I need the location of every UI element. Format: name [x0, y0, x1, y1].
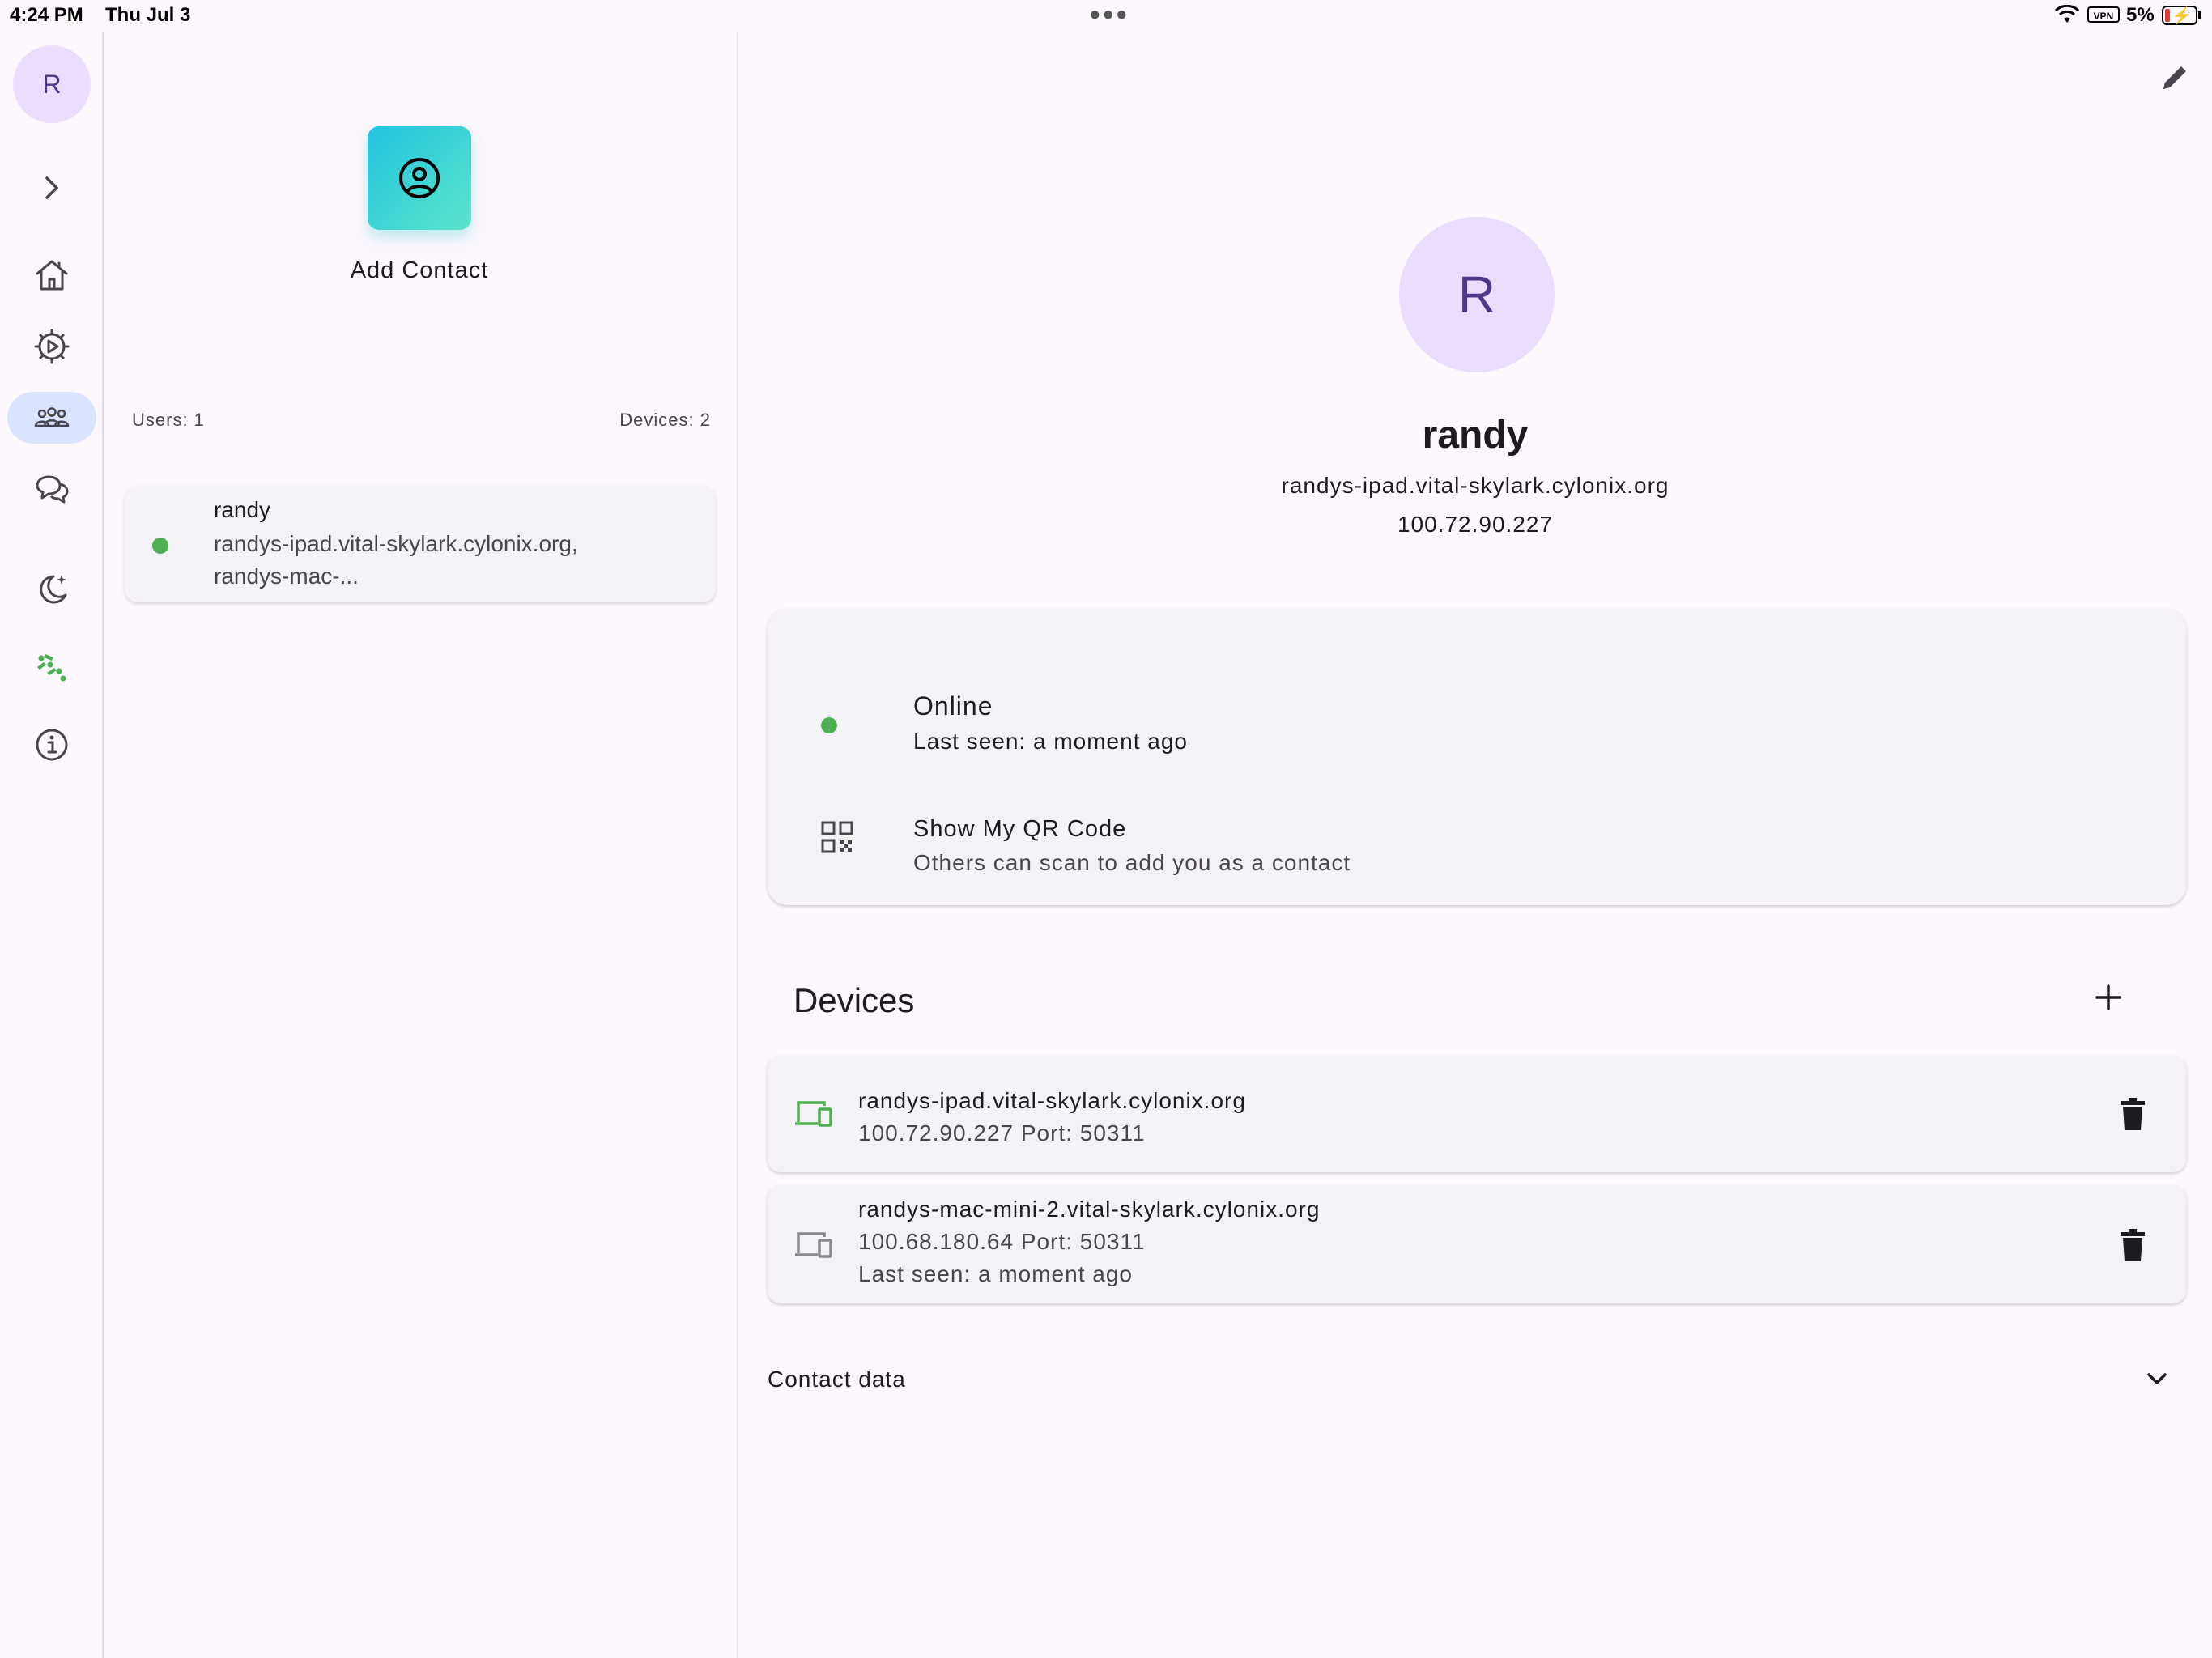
qr-code-icon — [821, 821, 853, 853]
add-contact-label: Add Contact — [350, 257, 489, 283]
show-qr-code-row[interactable]: Show My QR Code Others can scan to add y… — [797, 806, 2157, 884]
devices-icon — [795, 1101, 832, 1127]
device-name: randys-mac-mini-2.vital-skylark.cylonix.… — [858, 1197, 1321, 1222]
status-time: 4:24 PM — [10, 4, 83, 26]
device-list-item[interactable]: randys-mac-mini-2.vital-skylark.cylonix.… — [768, 1185, 2186, 1303]
chat-icon[interactable] — [28, 466, 76, 512]
status-card: Online Last seen: a moment ago Show My Q… — [768, 609, 2186, 905]
wifi-icon — [2055, 5, 2079, 23]
chevron-right-icon[interactable] — [28, 165, 76, 210]
contact-data-label[interactable]: Contact data — [768, 1367, 906, 1392]
status-date: Thu Jul 3 — [105, 4, 191, 26]
contact-ip: 100.72.90.227 — [1397, 512, 1554, 537]
online-indicator — [821, 717, 837, 733]
contact-devices-line2: randys-mac-... — [214, 563, 359, 589]
rail-avatar[interactable]: R — [13, 45, 91, 123]
add-contact-button[interactable] — [368, 126, 471, 230]
battery-nub — [2198, 11, 2201, 19]
qr-title: Show My QR Code — [913, 816, 1127, 842]
contacts-list-pane: Add Contact Users: 1 Devices: 2 randy ra… — [104, 32, 738, 1658]
contact-name: randy — [214, 497, 271, 522]
trash-icon — [2121, 1229, 2145, 1261]
trash-icon — [2121, 1098, 2145, 1130]
devices-count: Devices: 2 — [619, 410, 711, 430]
device-address: 100.72.90.227 Port: 50311 — [858, 1120, 1146, 1146]
delete-device-button[interactable] — [2116, 1226, 2149, 1265]
network-status-icon[interactable] — [28, 644, 76, 690]
qr-subtitle: Others can scan to add you as a contact — [913, 850, 1351, 875]
contact-devices-line1: randys-ipad.vital-skylark.cylonix.org, — [214, 531, 578, 556]
status-title: Online — [913, 691, 993, 721]
battery-percent: 5% — [2126, 4, 2155, 26]
plus-icon — [2095, 984, 2121, 1010]
contact-detail-name: randy — [1422, 414, 1529, 457]
contact-list-item[interactable]: randy randys-ipad.vital-skylark.cylonix.… — [125, 486, 716, 602]
device-list-item[interactable]: randys-ipad.vital-skylark.cylonix.org 10… — [768, 1056, 2186, 1172]
device-last-seen: Last seen: a moment ago — [858, 1261, 1133, 1286]
chevron-down-icon[interactable] — [2139, 1363, 2175, 1396]
device-name: randys-ipad.vital-skylark.cylonix.org — [858, 1088, 1246, 1113]
home-icon[interactable] — [28, 253, 76, 298]
status-bar: 4:24 PM Thu Jul 3 ●●● VPN 5% ⚡ — [0, 0, 2212, 32]
vpn-badge: VPN — [2087, 6, 2120, 23]
battery-icon: ⚡ — [2162, 6, 2197, 25]
delete-device-button[interactable] — [2116, 1095, 2149, 1133]
contact-hostname: randys-ipad.vital-skylark.cylonix.org — [1281, 473, 1670, 498]
navigation-rail: R — [0, 32, 104, 1658]
contact-devices: randys-ipad.vital-skylark.cylonix.org, r… — [214, 528, 667, 593]
gear-play-icon[interactable] — [28, 324, 76, 369]
add-device-button[interactable] — [2086, 975, 2131, 1020]
multitasking-dots-icon[interactable]: ●●● — [1089, 3, 1129, 26]
contact-avatar: R — [1399, 217, 1555, 372]
edit-pencil-icon[interactable] — [2157, 60, 2193, 96]
account-circle-icon — [399, 158, 440, 198]
status-last-seen: Last seen: a moment ago — [913, 729, 1188, 754]
online-indicator — [152, 538, 168, 554]
device-address: 100.68.180.64 Port: 50311 — [858, 1229, 1146, 1254]
info-icon[interactable] — [28, 722, 76, 767]
people-icon[interactable] — [28, 395, 76, 440]
devices-icon — [795, 1232, 832, 1258]
users-count: Users: 1 — [132, 410, 205, 430]
devices-section-title: Devices — [793, 981, 915, 1019]
contact-detail-pane: R randy randys-ipad.vital-skylark.cyloni… — [738, 32, 2212, 1658]
moon-sparkle-icon[interactable] — [28, 567, 76, 612]
